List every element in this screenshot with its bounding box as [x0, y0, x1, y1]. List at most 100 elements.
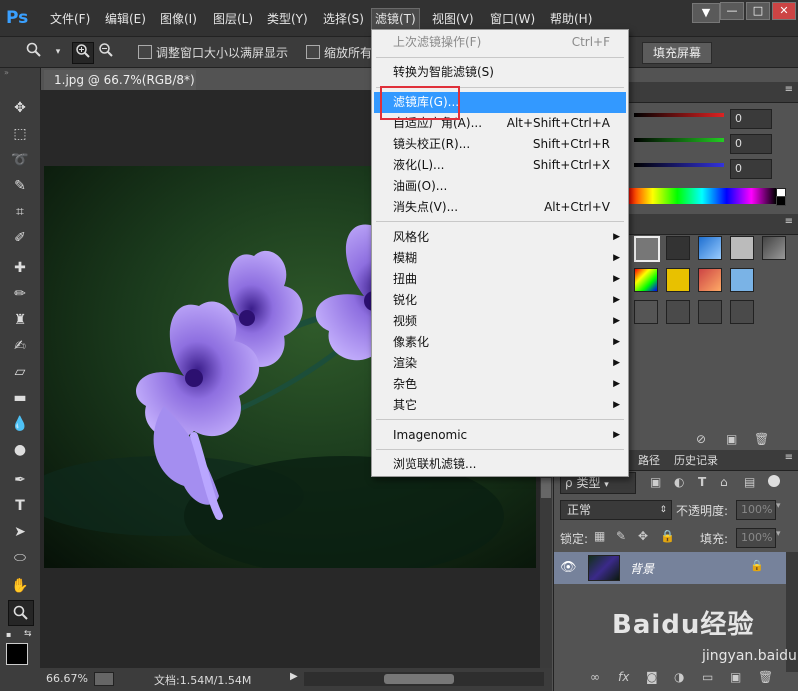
- layer-visibility-eye-icon[interactable]: 👁: [560, 560, 577, 575]
- move-tool-icon[interactable]: ✥: [8, 96, 32, 120]
- blue-slider[interactable]: [634, 163, 724, 167]
- style-swatch-6[interactable]: [634, 268, 658, 292]
- menu-view[interactable]: 视图(V): [432, 9, 474, 29]
- menu-item-render[interactable]: 渲染 ▶: [374, 353, 626, 374]
- menu-item-imagenomic[interactable]: Imagenomic ▶: [374, 425, 626, 446]
- gradient-tool-icon[interactable]: ▬: [8, 386, 32, 410]
- black-swatch[interactable]: [776, 196, 786, 206]
- green-slider[interactable]: [634, 138, 724, 142]
- menu-type[interactable]: 类型(Y): [267, 9, 308, 29]
- toolbar-collapse-icon[interactable]: »: [4, 69, 36, 77]
- type-tool-icon[interactable]: T: [8, 494, 32, 518]
- new-style-icon[interactable]: ▣: [726, 432, 737, 446]
- style-swatch-11[interactable]: [634, 300, 658, 324]
- menu-layer[interactable]: 图层(L): [213, 9, 253, 29]
- menu-select[interactable]: 选择(S): [323, 9, 364, 29]
- menu-item-video[interactable]: 视频 ▶: [374, 311, 626, 332]
- style-swatch-2[interactable]: [666, 236, 690, 260]
- style-swatch-4[interactable]: [730, 236, 754, 260]
- opacity-input[interactable]: 100%: [736, 500, 776, 520]
- zoom-level[interactable]: 66.67%: [46, 672, 88, 685]
- zoom-out-icon[interactable]: [96, 42, 116, 62]
- zoom-tool-selected-icon[interactable]: [8, 600, 34, 626]
- fill-screen-button[interactable]: 填充屏幕: [642, 42, 713, 64]
- status-menu-arrow-icon[interactable]: ▶: [290, 671, 298, 682]
- zoom-tool-icon[interactable]: [24, 42, 44, 62]
- lock-all-icon[interactable]: 🔒: [660, 529, 675, 543]
- style-swatch-7[interactable]: [666, 268, 690, 292]
- zoom-all-checkbox[interactable]: [306, 45, 320, 59]
- fill-dropdown-icon[interactable]: ▾: [776, 529, 781, 539]
- style-swatch-14[interactable]: [730, 300, 754, 324]
- delete-style-icon[interactable]: 🗑: [754, 432, 769, 446]
- color-spectrum-bar[interactable]: [628, 188, 776, 204]
- brush-tool-icon[interactable]: ✏: [8, 282, 32, 306]
- document-tab[interactable]: 1.jpg @ 66.7%(RGB/8*): [44, 70, 196, 90]
- hand-tool-icon[interactable]: ✋: [8, 574, 32, 598]
- dodge-tool-icon[interactable]: ●: [8, 438, 32, 462]
- history-brush-tool-icon[interactable]: ✍: [8, 334, 32, 358]
- ellipse-tool-icon[interactable]: ⬭: [8, 546, 32, 570]
- menu-help[interactable]: 帮助(H): [550, 9, 592, 29]
- crop-tool-icon[interactable]: ⌗: [8, 200, 32, 224]
- close-button[interactable]: ✕: [772, 2, 796, 20]
- layers-panel-menu-icon[interactable]: ≡: [785, 452, 793, 463]
- menu-item-blur[interactable]: 模糊 ▶: [374, 248, 626, 269]
- style-swatch-13[interactable]: [698, 300, 722, 324]
- layer-name[interactable]: 背景: [630, 560, 654, 577]
- maximize-button[interactable]: □: [746, 2, 770, 20]
- filter-toggle-icon[interactable]: [768, 475, 780, 487]
- fit-window-checkbox[interactable]: [138, 45, 152, 59]
- link-layers-icon[interactable]: ∞: [590, 670, 600, 684]
- menu-item-pixelate[interactable]: 像素化 ▶: [374, 332, 626, 353]
- zoom-in-icon[interactable]: [72, 42, 94, 64]
- filter-shape-icon[interactable]: ⌂: [720, 475, 728, 489]
- menu-file[interactable]: 文件(F): [50, 9, 90, 29]
- style-swatch-1[interactable]: [634, 236, 660, 262]
- filter-smart-icon[interactable]: ▤: [744, 475, 755, 489]
- menu-item-stylize[interactable]: 风格化 ▶: [374, 227, 626, 248]
- marquee-tool-icon[interactable]: ⬚: [8, 122, 32, 146]
- panel-menu-icon[interactable]: ≡: [785, 84, 793, 95]
- menu-item-other[interactable]: 其它 ▶: [374, 395, 626, 416]
- swap-colors-icon[interactable]: ⇆: [24, 629, 34, 639]
- tab-history[interactable]: 历史记录: [674, 452, 718, 468]
- menu-item-browse-filters-online[interactable]: 浏览联机滤镜...: [374, 454, 626, 475]
- menu-item-lens-correction[interactable]: 镜头校正(R)... Shift+Ctrl+R: [374, 134, 626, 155]
- layer-row-background[interactable]: 👁 背景 🔒: [554, 552, 786, 584]
- default-colors-icon[interactable]: ▪: [6, 630, 16, 640]
- menu-item-liquify[interactable]: 液化(L)... Shift+Ctrl+X: [374, 155, 626, 176]
- foreground-color-swatch[interactable]: [6, 643, 28, 665]
- filter-type-icon[interactable]: T: [698, 475, 706, 489]
- filter-adjust-icon[interactable]: ◐: [674, 475, 684, 489]
- blend-mode-select[interactable]: 正常 ⇕: [560, 500, 672, 520]
- window-dropdown-button[interactable]: ▼: [692, 3, 720, 23]
- path-selection-tool-icon[interactable]: ➤: [8, 520, 32, 544]
- healing-brush-tool-icon[interactable]: ✚: [8, 256, 32, 280]
- quick-selection-tool-icon[interactable]: ✎: [8, 174, 32, 198]
- canvas-vertical-scrollbar[interactable]: [540, 468, 552, 668]
- blur-tool-icon[interactable]: 💧: [8, 412, 32, 436]
- eraser-tool-icon[interactable]: ▱: [8, 360, 32, 384]
- green-value[interactable]: 0: [730, 134, 772, 154]
- style-swatch-9[interactable]: [730, 268, 754, 292]
- menu-item-distort[interactable]: 扭曲 ▶: [374, 269, 626, 290]
- opacity-dropdown-icon[interactable]: ▾: [776, 501, 781, 511]
- blue-value[interactable]: 0: [730, 159, 772, 179]
- minimize-button[interactable]: —: [720, 2, 744, 20]
- menu-item-last-filter[interactable]: 上次滤镜操作(F) Ctrl+F: [374, 32, 626, 53]
- tab-paths[interactable]: 路径: [638, 452, 660, 468]
- eyedropper-tool-icon[interactable]: ✐: [8, 226, 32, 250]
- menu-item-oil-paint[interactable]: 油画(O)...: [374, 176, 626, 197]
- style-swatch-5[interactable]: [762, 236, 786, 260]
- lasso-tool-icon[interactable]: ➰: [8, 148, 32, 172]
- status-preview-icon[interactable]: [94, 672, 114, 686]
- pen-tool-icon[interactable]: ✒: [8, 468, 32, 492]
- menu-filter[interactable]: 滤镜(T): [371, 8, 420, 30]
- lock-pixels-icon[interactable]: ✎: [616, 529, 626, 543]
- red-slider[interactable]: [634, 113, 724, 117]
- menu-item-convert-smart-filter[interactable]: 转换为智能滤镜(S): [374, 62, 626, 83]
- clear-style-icon[interactable]: ⊘: [696, 432, 706, 446]
- filter-pixel-icon[interactable]: ▣: [650, 475, 661, 489]
- style-swatch-12[interactable]: [666, 300, 690, 324]
